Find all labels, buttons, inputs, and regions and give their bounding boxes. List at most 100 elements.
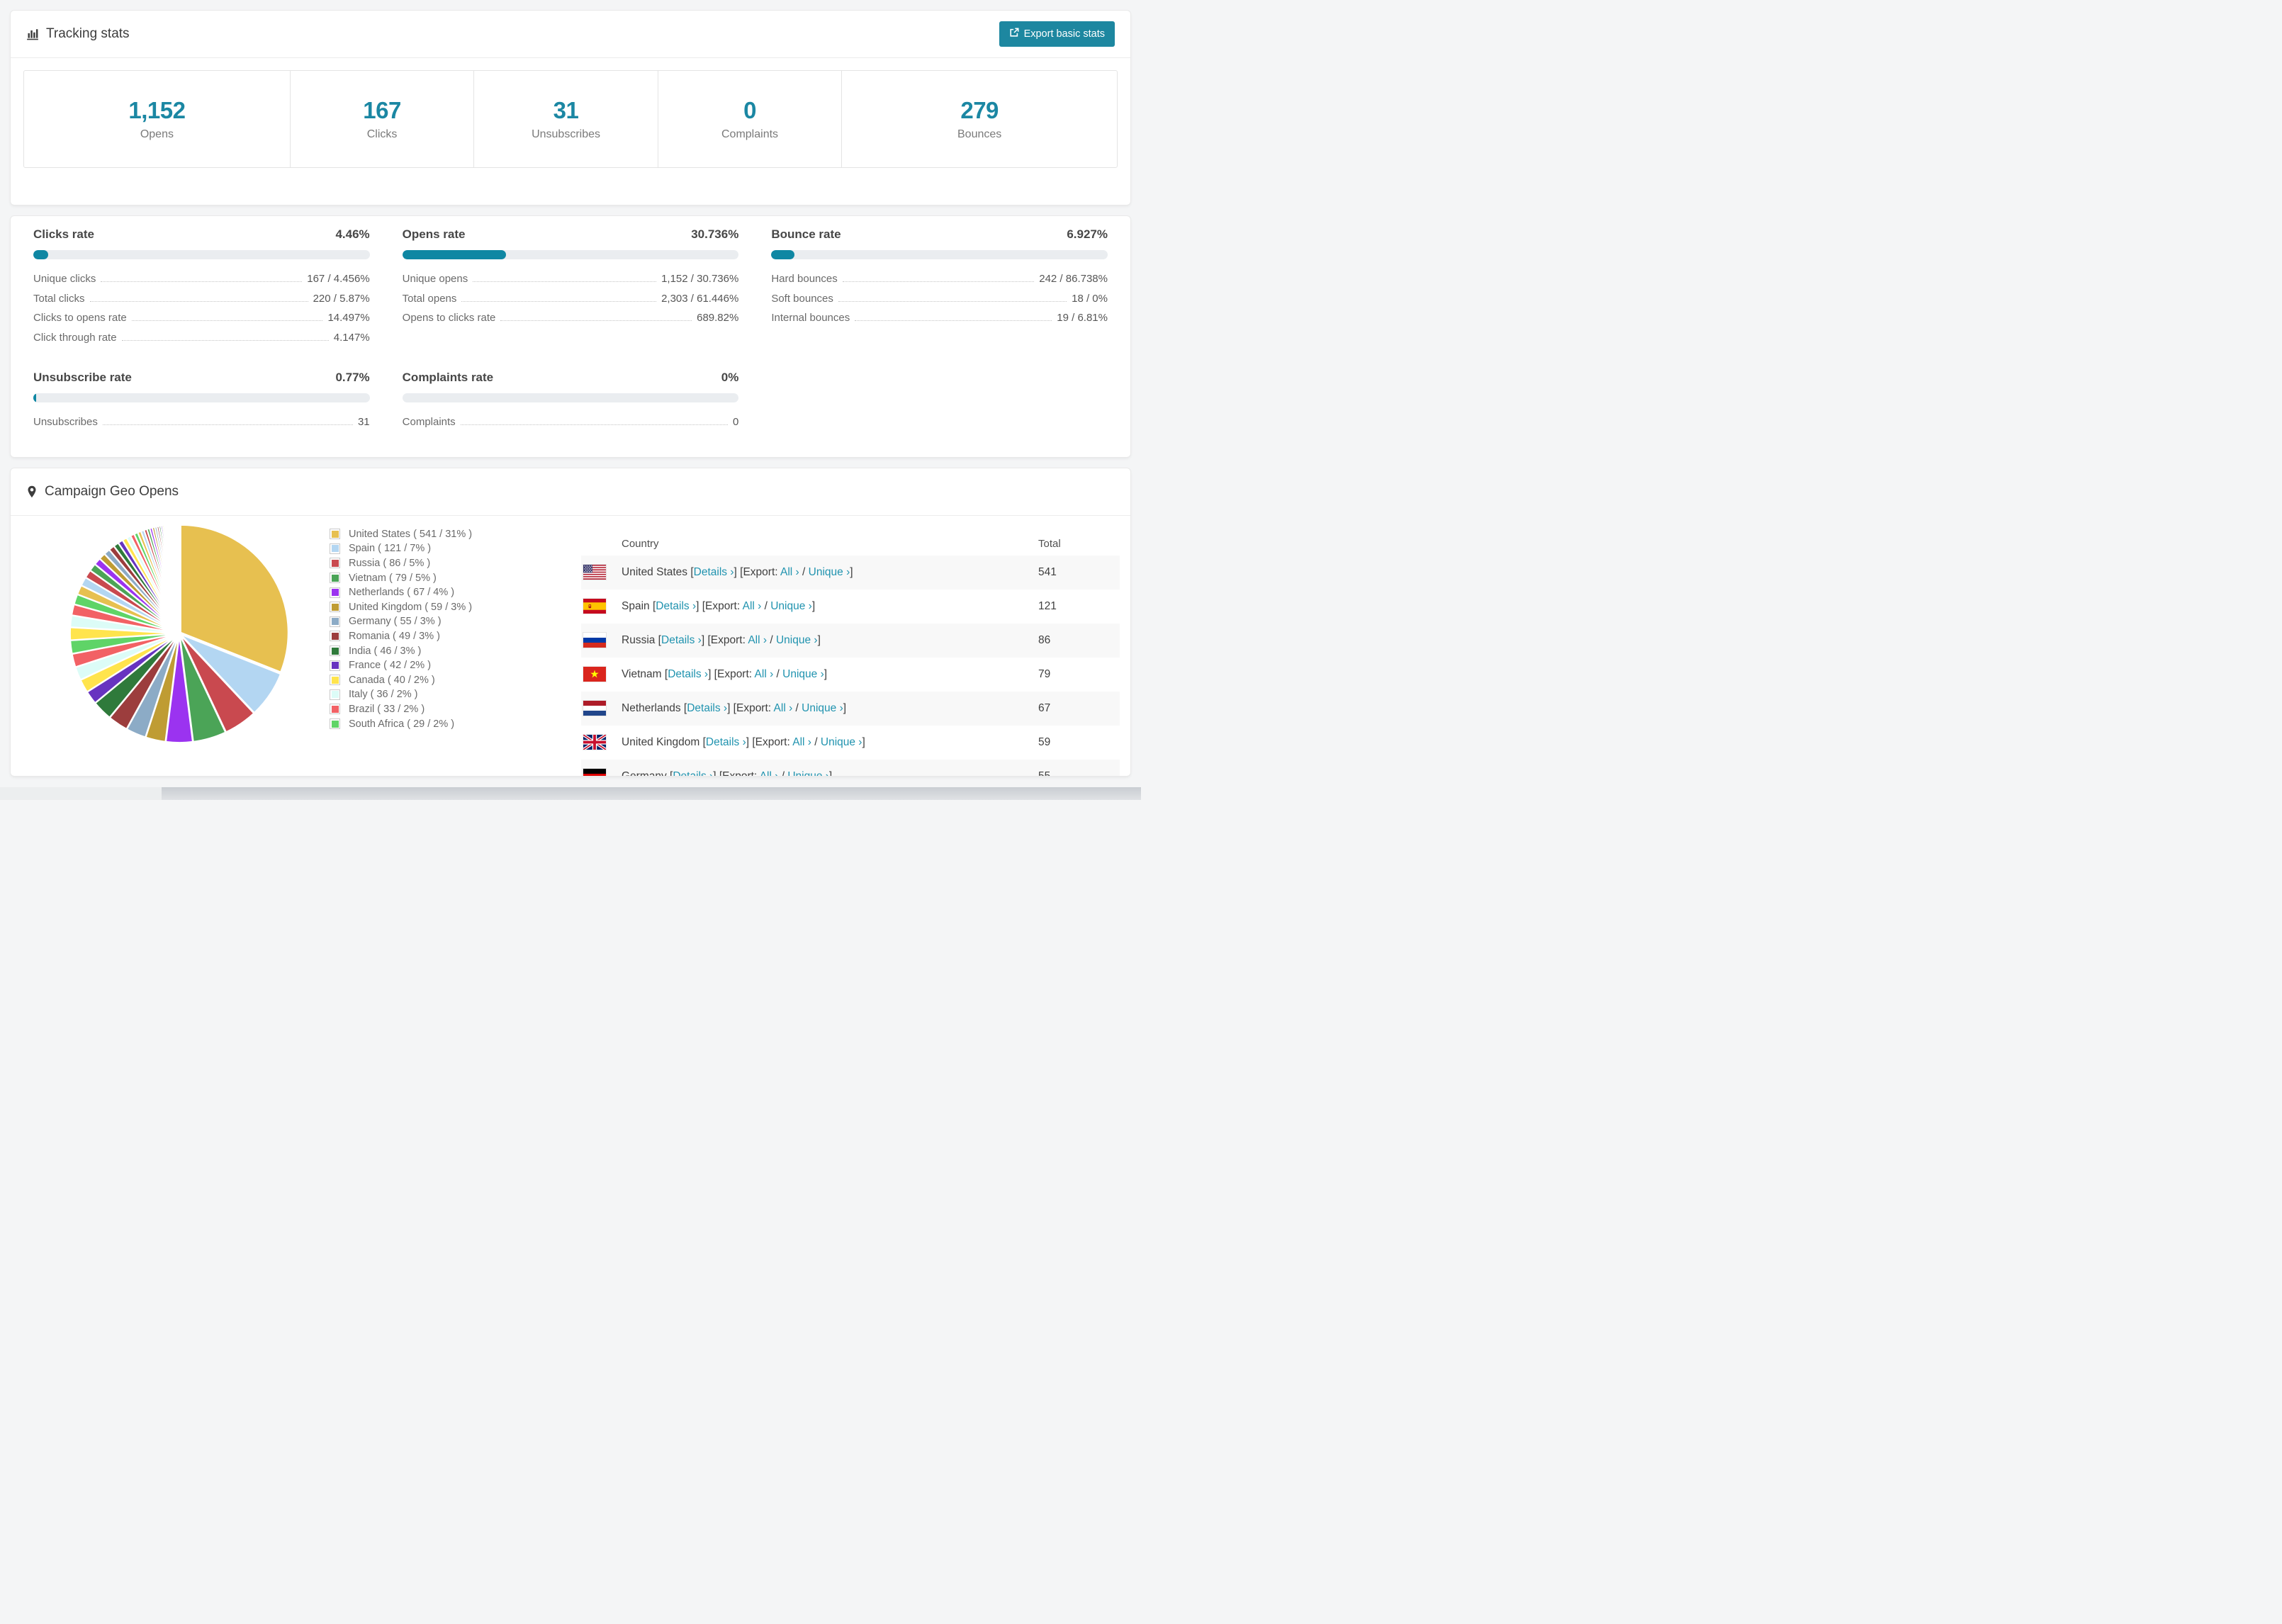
details-link[interactable]: Details › — [673, 770, 713, 776]
export-basic-stats-button[interactable]: Export basic stats — [999, 21, 1115, 47]
dotted-leader — [460, 424, 728, 425]
details-link[interactable]: Details › — [661, 634, 702, 646]
geo-row-total: 67 — [1038, 701, 1051, 714]
flag-de — [583, 769, 606, 776]
details-link[interactable]: Details › — [687, 702, 727, 714]
export-unique-link[interactable]: Unique › — [782, 668, 824, 680]
bar-chart-icon — [26, 28, 39, 40]
page: Tracking stats Export basic stats 1,152 O… — [0, 0, 1141, 776]
dotted-leader — [101, 281, 303, 282]
legend-label: Italy ( 36 / 2% ) — [349, 689, 418, 701]
rate-title-row: Unsubscribe rate 0.77% — [33, 371, 370, 385]
country-name: United Kingdom [ — [622, 735, 706, 748]
bracket-close: ] — [811, 599, 816, 612]
detail-value: 4.147% — [333, 331, 370, 344]
bottom-band-shade — [162, 786, 1141, 800]
export-all-link[interactable]: All › — [774, 702, 793, 714]
rates-grid: Clicks rate 4.46% Unique clicks 167 / 4.456… — [11, 216, 1130, 457]
legend-swatch — [330, 645, 340, 657]
export-all-link[interactable]: All › — [748, 634, 767, 646]
geo-opens-title: Campaign Geo Opens — [26, 484, 179, 500]
stat-label-clicks: Clicks — [366, 128, 398, 140]
legend-swatch — [330, 689, 340, 700]
legend-swatch — [330, 602, 340, 613]
legend-item-romania: Romania ( 49 / 3% ) — [330, 629, 472, 644]
rate-details: Hard bounces 242 / 86.738% Soft bounces 18 … — [771, 273, 1108, 332]
legend-item-south-africa: South Africa ( 29 / 2% ) — [330, 716, 472, 731]
export-all-link[interactable]: All › — [755, 668, 774, 680]
total-column-header: Total — [1038, 537, 1061, 550]
geo-row-netherlands: Netherlands [Details ›] [Export: All › /… — [581, 691, 1120, 726]
legend-item-france: France ( 42 / 2% ) — [330, 658, 472, 673]
export-unique-link[interactable]: Unique › — [821, 736, 862, 748]
rate-progress-fill — [33, 393, 36, 402]
details-link[interactable]: Details › — [668, 668, 708, 680]
geo-row-total: 541 — [1038, 565, 1057, 578]
legend-label: Romania ( 49 / 3% ) — [349, 630, 440, 642]
detail-row-unsubscribes: Unsubscribes 31 — [33, 416, 370, 436]
export-unique-link[interactable]: Unique › — [776, 634, 818, 646]
export-prefix: ] [Export: — [713, 770, 759, 776]
rate-card-complaints-rate: Complaints rate 0% Complaints 0 — [402, 371, 739, 436]
export-all-link[interactable]: All › — [743, 600, 762, 612]
link-separator: / — [778, 770, 787, 776]
detail-value: 167 / 4.456% — [307, 273, 370, 285]
geo-table-rows: United States [Details ›] [Export: All ›… — [581, 555, 1120, 776]
rate-progress-fill — [402, 250, 506, 259]
legend-item-italy: Italy ( 36 / 2% ) — [330, 687, 472, 702]
detail-label: Complaints — [402, 416, 456, 428]
rate-value-unsubscribe-rate: 0.77% — [335, 371, 370, 384]
country-name: Vietnam [ — [622, 667, 668, 680]
geo-row-total: 55 — [1038, 770, 1050, 776]
dotted-leader — [461, 300, 657, 302]
geo-row-russia: Russia [Details ›] [Export: All › / Uniq… — [581, 623, 1120, 658]
bracket-close: ] — [850, 565, 853, 578]
legend-item-netherlands: Netherlands ( 67 / 4% ) — [330, 585, 472, 600]
export-unique-link[interactable]: Unique › — [802, 702, 843, 714]
bracket-close: ] — [817, 633, 821, 646]
geo-row-united-kingdom: United Kingdom [Details ›] [Export: All … — [581, 726, 1120, 760]
details-link[interactable]: Details › — [706, 736, 746, 748]
export-all-link[interactable]: All › — [792, 736, 811, 748]
dotted-leader — [842, 281, 1035, 282]
detail-label: Total opens — [402, 292, 457, 305]
rate-title-unsubscribe-rate: Unsubscribe rate — [33, 371, 132, 384]
export-unique-link[interactable]: Unique › — [787, 770, 829, 776]
detail-row-complaints: Complaints 0 — [403, 416, 739, 436]
legend-label: Russia ( 86 / 5% ) — [349, 557, 431, 569]
country-column-header: Country — [622, 537, 659, 550]
export-all-link[interactable]: All › — [760, 770, 779, 776]
details-link[interactable]: Details › — [694, 566, 734, 578]
export-prefix: ] [Export: — [701, 633, 748, 646]
geo-row-country-cell: Russia [Details ›] [Export: All › / Uniq… — [581, 634, 821, 647]
geo-opens-body: United States ( 541 / 31% ) Spain ( 121 /… — [11, 516, 1130, 776]
dotted-leader — [500, 320, 692, 321]
detail-label: Click through rate — [33, 331, 117, 344]
export-unique-link[interactable]: Unique › — [809, 566, 850, 578]
legend-item-india: India ( 46 / 3% ) — [330, 643, 472, 658]
rate-details: Unique clicks 167 / 4.456% Total clicks 220… — [33, 273, 370, 351]
legend-swatch — [330, 631, 340, 642]
detail-row-total-opens: Total opens 2,303 / 61.446% — [403, 293, 739, 312]
stat-unsubscribes: 31 Unsubscribes — [473, 71, 657, 167]
export-prefix: ] [Export: — [696, 599, 743, 612]
geo-opens-pie-chart — [69, 523, 289, 743]
stat-bounces: 279 Bounces — [841, 71, 1117, 167]
rate-value-opens-rate: 30.736% — [691, 227, 739, 241]
detail-label: Internal bounces — [771, 312, 850, 324]
stat-label-complaints: Complaints — [721, 128, 779, 140]
geo-row-united-states: United States [Details ›] [Export: All ›… — [581, 555, 1120, 590]
tracking-stats-title: Tracking stats — [26, 26, 130, 42]
link-separator: / — [761, 599, 771, 612]
details-link[interactable]: Details › — [656, 600, 696, 612]
dotted-leader — [102, 424, 353, 425]
link-separator: / — [799, 565, 809, 578]
detail-value: 2,303 / 61.446% — [661, 292, 739, 305]
link-separator: / — [811, 735, 821, 748]
detail-row-clicks-to-opens-rate: Clicks to opens rate 14.497% — [33, 312, 370, 332]
legend-item-germany: Germany ( 55 / 3% ) — [330, 614, 472, 629]
export-unique-link[interactable]: Unique › — [770, 600, 812, 612]
export-all-link[interactable]: All › — [780, 566, 799, 578]
legend-swatch — [330, 529, 340, 540]
legend-swatch — [330, 660, 340, 671]
